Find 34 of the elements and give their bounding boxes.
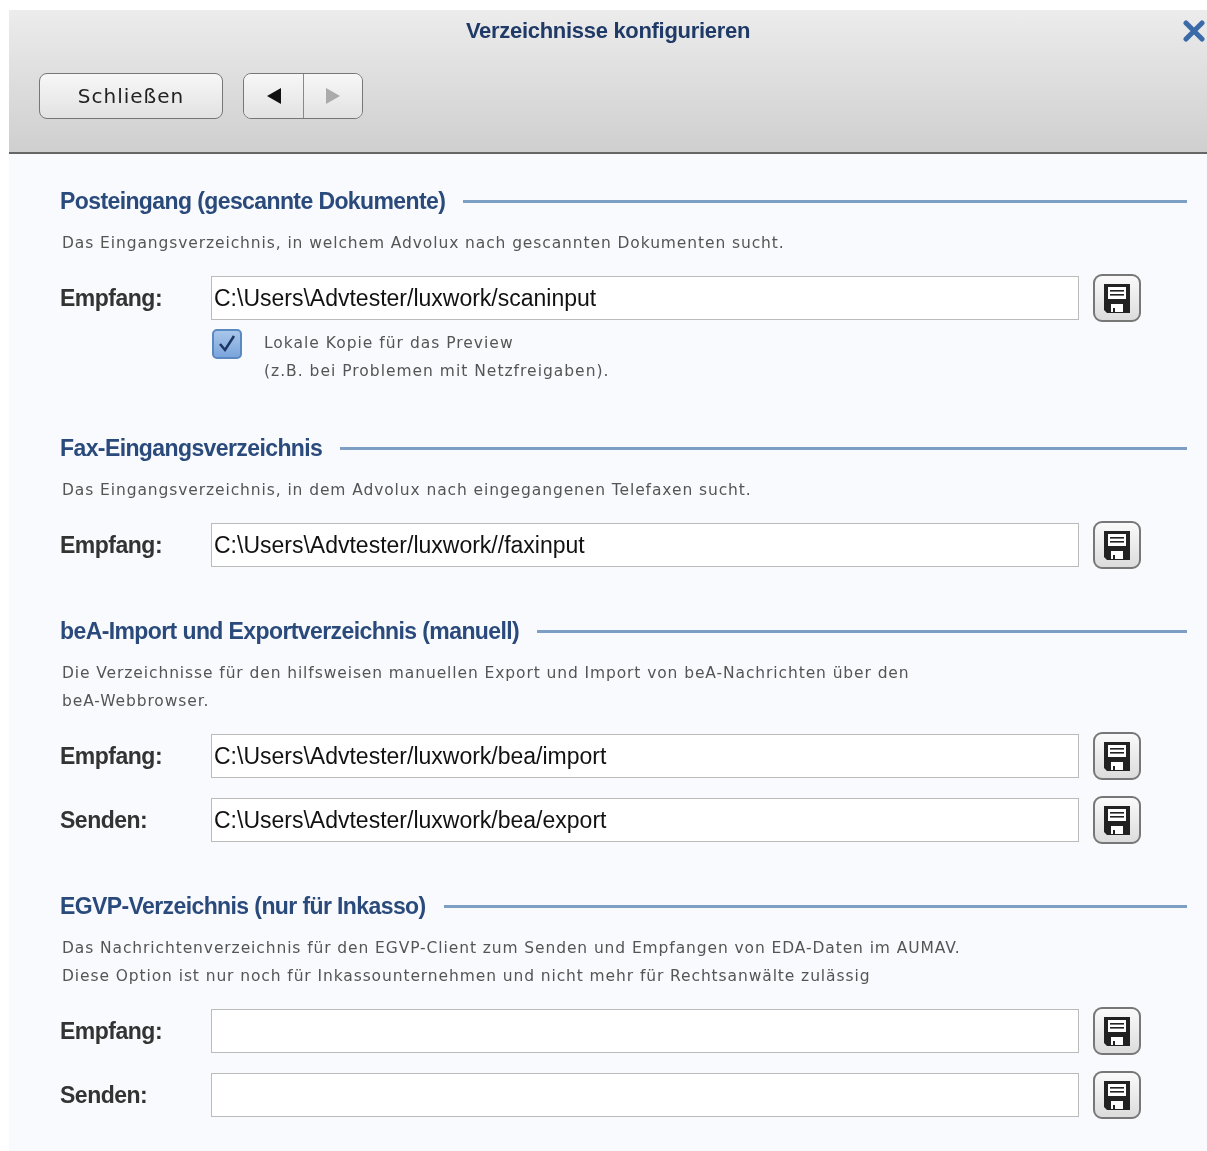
path-field[interactable]	[211, 1073, 1079, 1117]
path-field[interactable]: C:\Users\Advtester/luxwork/scaninput	[211, 276, 1079, 320]
field-label: Empfang:	[60, 284, 164, 312]
right-triangle-icon	[324, 87, 342, 105]
path-field[interactable]: C:\Users\Advtester/luxwork/bea/import	[211, 734, 1079, 778]
save-button[interactable]	[1093, 274, 1141, 322]
field-label: Senden:	[60, 806, 149, 834]
section-title: EGVP-Verzeichnis (nur für Inkasso)	[60, 893, 426, 920]
section-title: Fax-Eingangsverzeichnis	[60, 435, 323, 462]
field-label: Senden:	[60, 1081, 149, 1109]
section-description: Das Eingangsverzeichnis, in dem Advolux nach eingegangenen Telefaxen sucht.	[61, 480, 753, 501]
field-label: Empfang:	[60, 531, 164, 559]
checkbox[interactable]	[212, 329, 242, 359]
section-title: beA-Import und Exportverzeichnis (manuell)	[60, 618, 520, 645]
save-button[interactable]	[1093, 521, 1141, 569]
checkmark-icon	[217, 334, 237, 354]
save-button[interactable]	[1093, 732, 1141, 780]
field-label: Empfang:	[60, 742, 164, 770]
section-description: Das Eingangsverzeichnis, in welchem Advolux nach gescannten Dokumenten sucht.	[61, 233, 786, 254]
section-description: Das Nachrichtenverzeichnis für den EGVP-Client zum Senden und Empfangen von EDA-Daten im AUMAV. Diese Option ist nur noch für Inkassounternehmen und nicht mehr für Rechtsanwälte zulässig	[61, 938, 962, 987]
section-description: Die Verzeichnisse für den hilfsweisen manuellen Export und Import von beA-Nachrichten über den beA-Webbrowser.	[61, 663, 911, 712]
save-button[interactable]	[1093, 1007, 1141, 1055]
path-field[interactable]	[211, 1009, 1079, 1053]
back-button[interactable]	[244, 74, 303, 118]
save-button[interactable]	[1093, 796, 1141, 844]
window-title: Verzeichnisse konfigurieren	[465, 18, 751, 44]
section-title: Posteingang (gescannte Dokumente)	[60, 188, 446, 215]
close-icon[interactable]	[1183, 20, 1205, 42]
field-label: Empfang:	[60, 1017, 164, 1045]
path-field[interactable]: C:\Users\Advtester/luxwork/bea/export	[211, 798, 1079, 842]
checkbox-label: Lokale Kopie für das Preview (z.B. bei Problemen mit Netzfreigaben).	[264, 333, 610, 382]
close-button[interactable]: Schließen	[39, 73, 223, 119]
save-button[interactable]	[1093, 1071, 1141, 1119]
path-field[interactable]: C:\Users\Advtester/luxwork//faxinput	[211, 523, 1079, 567]
